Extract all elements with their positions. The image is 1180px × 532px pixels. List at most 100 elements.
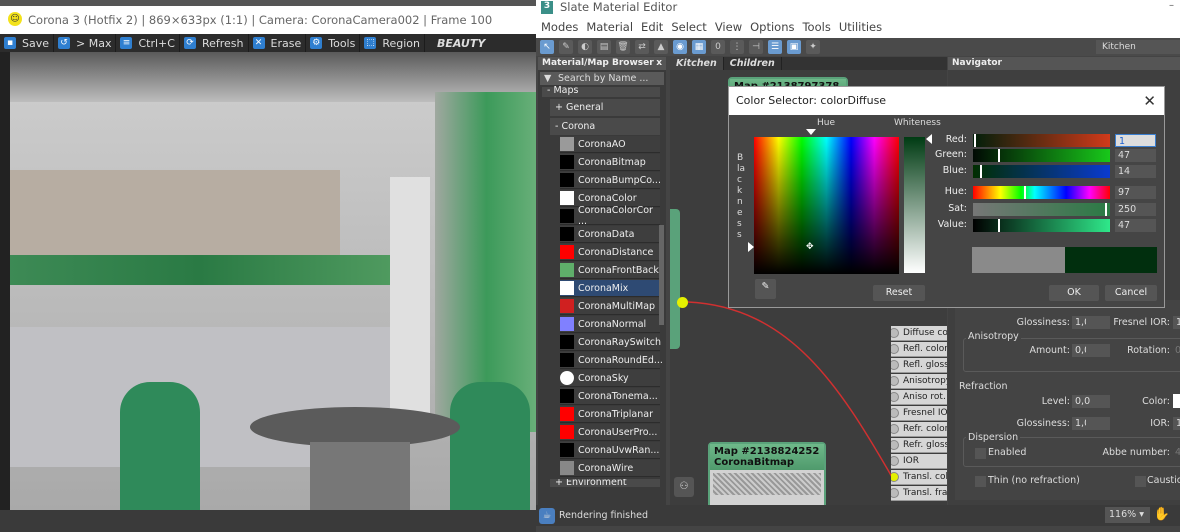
menu-tools[interactable]: Tools: [802, 20, 830, 34]
slot-socket[interactable]: [891, 488, 899, 498]
slot-socket[interactable]: [891, 472, 899, 482]
map-item[interactable]: CoronaUvwRan...: [560, 442, 660, 459]
view-select-dropdown[interactable]: Kitchen: [1096, 40, 1180, 54]
glossiness-map-button[interactable]: [1086, 317, 1097, 328]
channel-slider[interactable]: [973, 203, 1110, 216]
amount-map-button[interactable]: [1086, 345, 1097, 356]
cancel-button[interactable]: Cancel: [1105, 285, 1157, 301]
map-item[interactable]: CoronaBumpCo...: [560, 172, 661, 189]
channel-value-spinner[interactable]: 14: [1115, 165, 1156, 178]
slider-thumb[interactable]: [973, 134, 976, 147]
select-by-material-icon[interactable]: ✦: [806, 40, 820, 54]
slider-thumb[interactable]: [1105, 203, 1108, 216]
slider-thumb[interactable]: [997, 149, 1000, 162]
menu-material[interactable]: Material: [586, 20, 633, 34]
slider-thumb[interactable]: [1024, 186, 1027, 199]
slot-socket[interactable]: [891, 392, 899, 402]
parameter-editor-icon[interactable]: ▣: [787, 40, 801, 54]
map-item[interactable]: CoronaRaySwitch: [560, 334, 661, 351]
minimize-button[interactable]: –: [1169, 0, 1174, 11]
channel-slider[interactable]: [973, 219, 1110, 232]
menu-edit[interactable]: Edit: [641, 20, 663, 34]
node-slot[interactable]: Diffuse color: [891, 326, 947, 341]
abbe-value[interactable]: 4(: [1175, 447, 1180, 458]
menu-view[interactable]: View: [715, 20, 742, 34]
vfb-tools-button[interactable]: ⚙ Tools: [306, 34, 361, 52]
vfb-ctrlc-button[interactable]: ≡ Ctrl+C: [116, 34, 180, 52]
channel-value-spinner[interactable]: 47: [1115, 219, 1156, 232]
pick-material-icon[interactable]: ◐: [578, 40, 592, 54]
group-maps[interactable]: - Maps: [542, 86, 660, 97]
map-item[interactable]: CoronaMultiMap: [560, 298, 660, 315]
vfb-erase-button[interactable]: ✕ Erase: [249, 34, 307, 52]
node-slot[interactable]: Transl. color: [891, 470, 947, 485]
node-slot[interactable]: Aniso rot.: [891, 390, 947, 405]
vfb-refresh-button[interactable]: ⟳ Refresh: [180, 34, 249, 52]
group-environment[interactable]: + Environment: [550, 479, 660, 487]
node-corona-bitmap[interactable]: Map #2138824252 CoronaBitmap: [708, 442, 826, 512]
group-general[interactable]: + General: [550, 99, 660, 116]
node-slot[interactable]: IOR: [891, 454, 947, 469]
channel-slider[interactable]: [973, 149, 1110, 162]
vfb-max-button[interactable]: ↺ > Max: [54, 34, 117, 52]
channel-label[interactable]: BEAUTY: [425, 37, 485, 50]
map-item[interactable]: CoronaTriplanar: [560, 406, 660, 423]
vfb-save-button[interactable]: ▪ Save: [0, 34, 55, 52]
channel-value-spinner[interactable]: 250: [1115, 203, 1156, 216]
zoom-dropdown[interactable]: 116% ▾: [1105, 507, 1150, 523]
select-tool-icon[interactable]: ↖: [540, 40, 554, 54]
vfb-region-button[interactable]: ⬚ Region: [360, 34, 426, 52]
node-slot[interactable]: Refr. gloss.: [891, 438, 947, 453]
slot-socket[interactable]: [891, 344, 899, 354]
map-item[interactable]: CoronaWire: [560, 460, 660, 477]
browser-search-input[interactable]: ▼ Search by Name ...: [540, 72, 664, 85]
map-item[interactable]: CoronaBitmap: [560, 154, 660, 171]
binoculars-icon[interactable]: ⚇: [674, 477, 694, 497]
slot-socket[interactable]: [891, 456, 899, 466]
map-item[interactable]: CoronaRoundEd...: [560, 352, 663, 369]
map-item[interactable]: CoronaMix: [560, 280, 660, 297]
node-slot[interactable]: Refl. color: [891, 342, 947, 357]
node-slot[interactable]: Transl. frac.: [891, 486, 947, 501]
channel-slider[interactable]: [973, 165, 1110, 178]
map-item[interactable]: CoronaColorCor ...: [560, 205, 660, 227]
delete-icon[interactable]: 🗑: [616, 40, 630, 54]
slider-thumb[interactable]: [997, 219, 1000, 232]
browser-scrollbar[interactable]: [659, 225, 664, 325]
slot-socket[interactable]: [891, 408, 899, 418]
close-icon[interactable]: ✕: [1143, 87, 1156, 115]
map-item[interactable]: CoronaUserPro...: [560, 424, 660, 441]
slot-socket[interactable]: [891, 376, 899, 386]
hide-unused-icon[interactable]: ▲: [654, 40, 668, 54]
node-slot[interactable]: Refl. gloss.: [891, 358, 947, 373]
channel-value-spinner[interactable]: 1: [1115, 134, 1156, 147]
menu-options[interactable]: Options: [750, 20, 794, 34]
move-children-icon[interactable]: ⇄: [635, 40, 649, 54]
map-item[interactable]: CoronaTonema...: [560, 388, 660, 405]
hue-marker-icon[interactable]: [806, 129, 816, 135]
menu-select[interactable]: Select: [671, 20, 706, 34]
slider-thumb[interactable]: [980, 165, 983, 178]
eyedropper-button[interactable]: ✎: [755, 279, 776, 299]
node-slot[interactable]: Refr. color: [891, 422, 947, 437]
channel-value-spinner[interactable]: 47: [1115, 149, 1156, 162]
map-item[interactable]: CoronaData: [560, 226, 660, 243]
refraction-color-swatch[interactable]: [1173, 394, 1180, 408]
channel-value-spinner[interactable]: 97: [1115, 186, 1156, 199]
channel-slider[interactable]: [973, 134, 1110, 147]
dispersion-enabled-checkbox[interactable]: [975, 448, 986, 459]
eyedropper-icon[interactable]: ✎: [559, 40, 573, 54]
map-item[interactable]: CoronaAO: [560, 136, 660, 153]
assign-material-icon[interactable]: ▤: [597, 40, 611, 54]
show-background-icon[interactable]: ▦: [692, 40, 706, 54]
slot-socket[interactable]: [891, 360, 899, 370]
layout-icon[interactable]: 0: [711, 40, 725, 54]
slot-socket[interactable]: [891, 424, 899, 434]
menu-utilities[interactable]: Utilities: [839, 20, 882, 34]
ok-button[interactable]: OK: [1049, 285, 1099, 301]
fresnel-spinner[interactable]: 1,: [1173, 316, 1180, 329]
channel-slider[interactable]: [973, 186, 1110, 199]
blackness-marker-icon[interactable]: [748, 242, 754, 252]
node-slot[interactable]: Fresnel IOR: [891, 406, 947, 421]
caustics-checkbox[interactable]: [1135, 476, 1146, 487]
